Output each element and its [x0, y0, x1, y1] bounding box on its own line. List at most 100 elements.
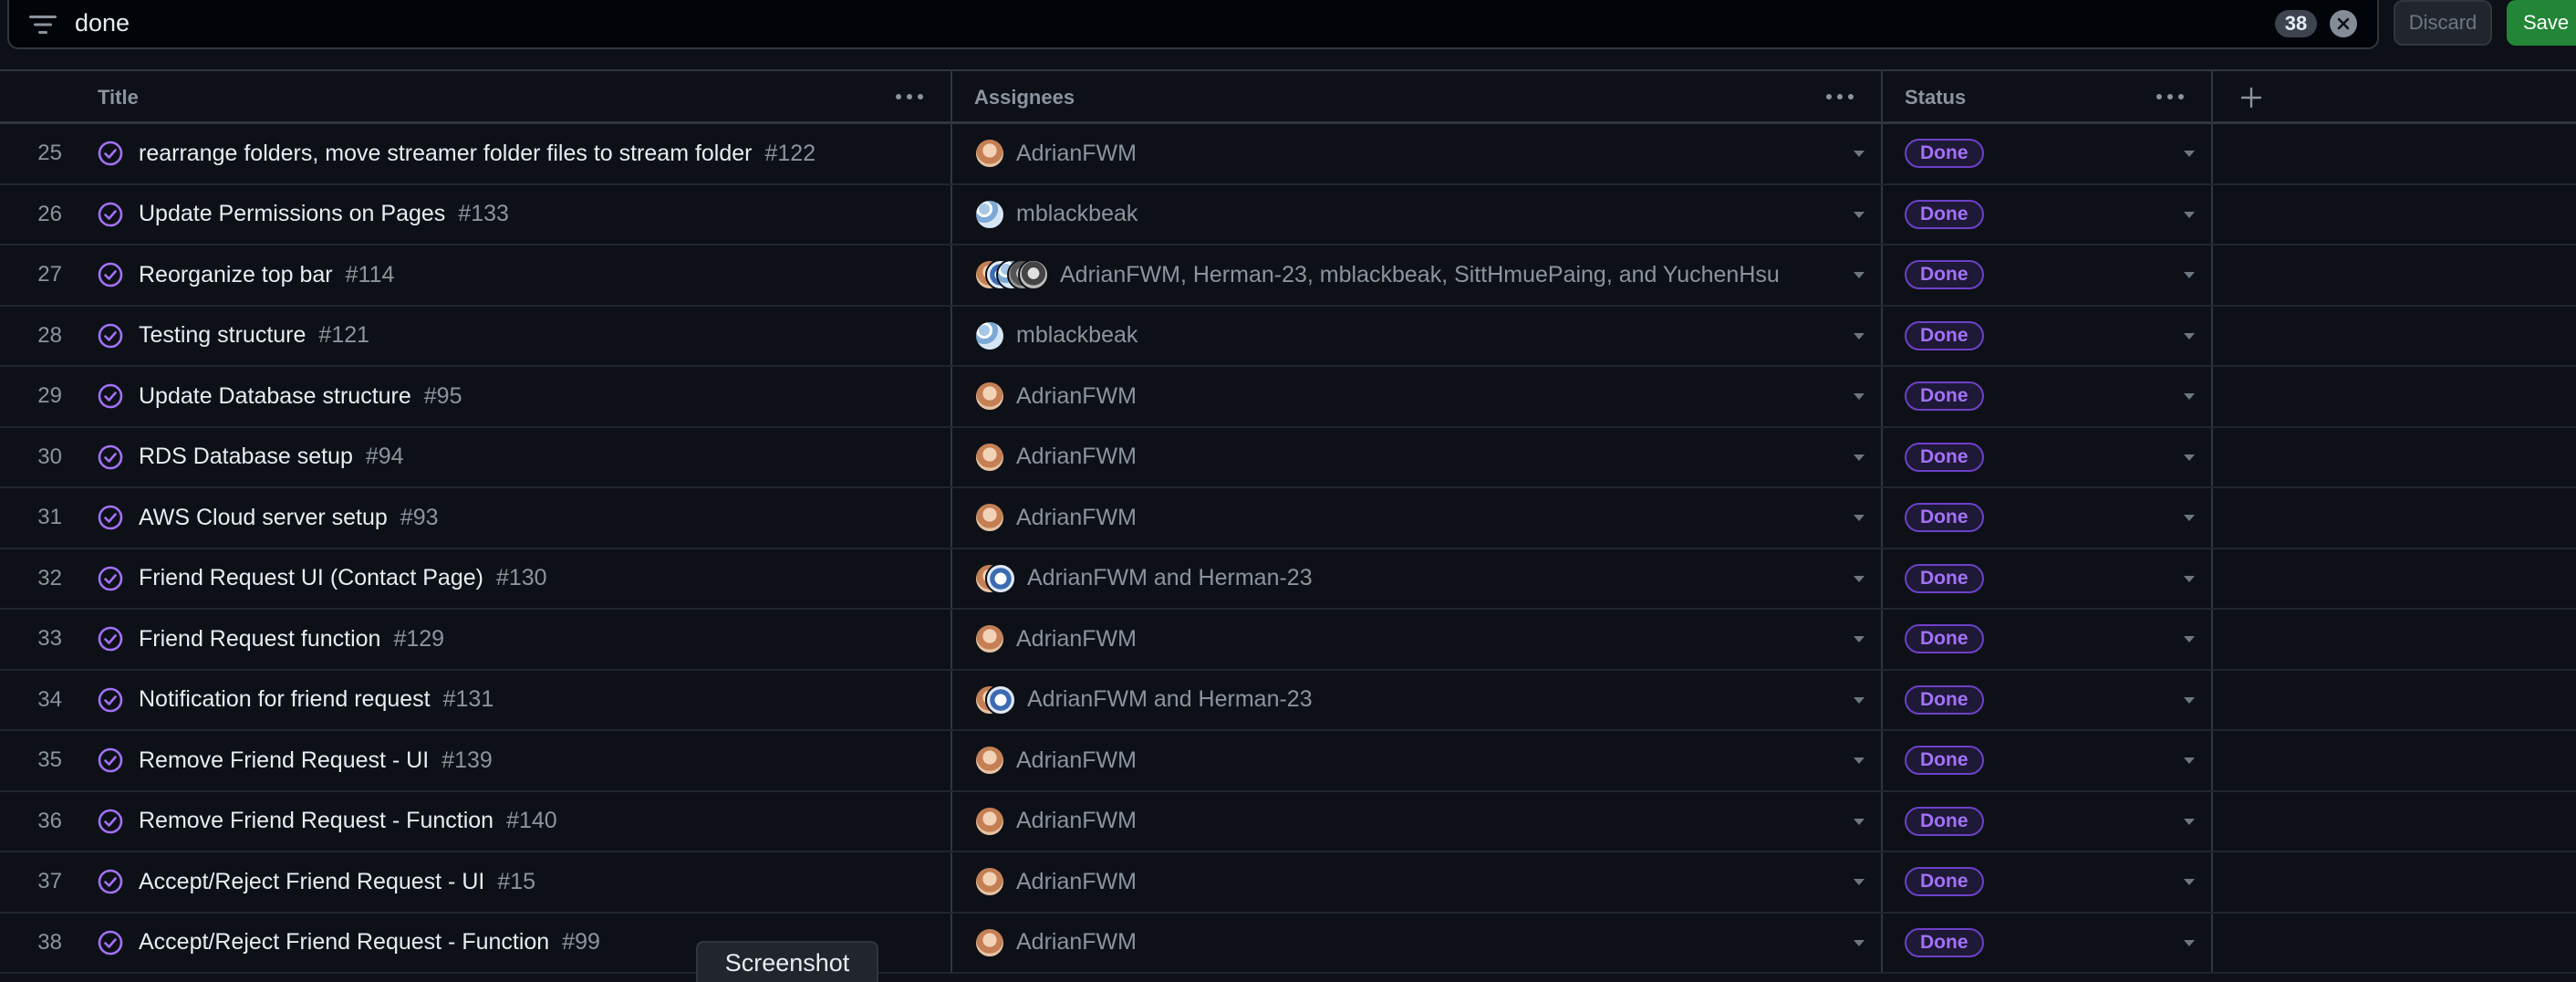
triangle-down-icon[interactable] [1854, 939, 1864, 946]
status-cell[interactable]: Done [1883, 427, 2213, 486]
triangle-down-icon[interactable] [1854, 332, 1864, 340]
issue-title-link[interactable]: Update Permissions on Pages [139, 201, 445, 227]
triangle-down-icon[interactable] [2184, 757, 2195, 765]
title-cell[interactable]: Update Database structure #95 [62, 367, 952, 426]
title-cell[interactable]: Update Permissions on Pages #133 [62, 184, 952, 244]
clear-filter-button[interactable] [2330, 10, 2357, 37]
table-row[interactable]: 34 Notification for friend request #131 … [0, 670, 2576, 731]
issue-title-link[interactable]: Notification for friend request [139, 686, 431, 713]
filter-icon[interactable] [27, 13, 58, 37]
triangle-down-icon[interactable] [2184, 151, 2195, 158]
issue-title-link[interactable]: Update Database structure [139, 383, 411, 410]
issue-title-link[interactable]: rearrange folders, move streamer folder … [139, 141, 753, 167]
table-row[interactable]: 25 rearrange folders, move streamer fold… [0, 124, 2576, 185]
assignees-cell[interactable]: AdrianFWM [952, 852, 1883, 912]
triangle-down-icon[interactable] [2184, 939, 2195, 946]
triangle-down-icon[interactable] [1854, 879, 1864, 886]
add-column-button[interactable] [2213, 71, 2290, 124]
issue-title-link[interactable]: AWS Cloud server setup [139, 505, 388, 531]
table-row[interactable]: 32 Friend Request UI (Contact Page) #130… [0, 548, 2576, 610]
filter-query[interactable]: done [75, 9, 130, 37]
status-cell[interactable]: Done [1883, 184, 2213, 244]
triangle-down-icon[interactable] [2184, 272, 2195, 279]
issue-title-link[interactable]: Reorganize top bar [139, 262, 333, 288]
issue-title-link[interactable]: Friend Request UI (Contact Page) [139, 565, 483, 591]
status-cell[interactable]: Done [1883, 610, 2213, 669]
table-row[interactable]: 33 Friend Request function #129 AdrianFW… [0, 610, 2576, 671]
title-cell[interactable]: Remove Friend Request - Function #140 [62, 791, 952, 851]
triangle-down-icon[interactable] [2184, 636, 2195, 643]
assignees-cell[interactable]: AdrianFWM, Herman-23, mblackbeak, SittHm… [952, 246, 1883, 305]
table-row[interactable]: 38 Accept/Reject Friend Request - Functi… [0, 913, 2576, 974]
assignees-cell[interactable]: mblackbeak [952, 184, 1883, 244]
assignees-cell[interactable]: AdrianFWM [952, 488, 1883, 548]
table-row[interactable]: 26 Update Permissions on Pages #133 mbla… [0, 184, 2576, 246]
triangle-down-icon[interactable] [2184, 454, 2195, 461]
status-cell[interactable]: Done [1883, 731, 2213, 790]
assignees-cell[interactable]: AdrianFWM [952, 610, 1883, 669]
assignees-cell[interactable]: AdrianFWM and Herman-23 [952, 670, 1883, 729]
triangle-down-icon[interactable] [2184, 211, 2195, 218]
assignees-cell[interactable]: AdrianFWM [952, 913, 1883, 972]
assignees-cell[interactable]: mblackbeak [952, 306, 1883, 365]
status-cell[interactable]: Done [1883, 791, 2213, 851]
triangle-down-icon[interactable] [1854, 151, 1864, 158]
assignees-cell[interactable]: AdrianFWM [952, 731, 1883, 790]
triangle-down-icon[interactable] [1854, 575, 1864, 582]
column-header-title[interactable]: Title [0, 71, 952, 124]
table-row[interactable]: 28 Testing structure #121 mblackbeak Don… [0, 306, 2576, 367]
column-header-assignees[interactable]: Assignees [952, 71, 1883, 124]
triangle-down-icon[interactable] [2184, 393, 2195, 401]
issue-title-link[interactable]: Friend Request function [139, 626, 380, 653]
filter-input[interactable]: done [7, 0, 2379, 49]
table-row[interactable]: 37 Accept/Reject Friend Request - UI #15… [0, 852, 2576, 914]
triangle-down-icon[interactable] [1854, 272, 1864, 279]
title-cell[interactable]: RDS Database setup #94 [62, 427, 952, 486]
kebab-icon[interactable] [896, 94, 923, 99]
table-row[interactable]: 31 AWS Cloud server setup #93 AdrianFWM … [0, 488, 2576, 549]
assignees-cell[interactable]: AdrianFWM [952, 427, 1883, 486]
issue-title-link[interactable]: Remove Friend Request - UI [139, 747, 429, 774]
save-button[interactable]: Save [2507, 0, 2576, 46]
issue-title-link[interactable]: Remove Friend Request - Function [139, 808, 493, 834]
triangle-down-icon[interactable] [2184, 332, 2195, 340]
assignees-cell[interactable]: AdrianFWM [952, 124, 1883, 183]
triangle-down-icon[interactable] [2184, 818, 2195, 825]
column-header-status[interactable]: Status [1883, 71, 2213, 124]
triangle-down-icon[interactable] [1854, 757, 1864, 765]
title-cell[interactable]: Notification for friend request #131 [62, 670, 952, 729]
table-row[interactable]: 36 Remove Friend Request - Function #140… [0, 791, 2576, 852]
assignees-cell[interactable]: AdrianFWM [952, 791, 1883, 851]
title-cell[interactable]: Remove Friend Request - UI #139 [62, 731, 952, 790]
issue-title-link[interactable]: Accept/Reject Friend Request - Function [139, 929, 549, 956]
triangle-down-icon[interactable] [1854, 696, 1864, 704]
assignees-cell[interactable]: AdrianFWM and Herman-23 [952, 548, 1883, 608]
title-cell[interactable]: AWS Cloud server setup #93 [62, 488, 952, 548]
status-cell[interactable]: Done [1883, 852, 2213, 912]
title-cell[interactable]: Friend Request UI (Contact Page) #130 [62, 548, 952, 608]
issue-title-link[interactable]: Accept/Reject Friend Request - UI [139, 869, 484, 895]
status-cell[interactable]: Done [1883, 124, 2213, 183]
status-cell[interactable]: Done [1883, 367, 2213, 426]
status-cell[interactable]: Done [1883, 488, 2213, 548]
triangle-down-icon[interactable] [2184, 515, 2195, 522]
triangle-down-icon[interactable] [1854, 515, 1864, 522]
status-cell[interactable]: Done [1883, 670, 2213, 729]
title-cell[interactable]: Accept/Reject Friend Request - UI #15 [62, 852, 952, 912]
triangle-down-icon[interactable] [1854, 818, 1864, 825]
title-cell[interactable]: rearrange folders, move streamer folder … [62, 124, 952, 183]
title-cell[interactable]: Testing structure #121 [62, 306, 952, 365]
table-row[interactable]: 35 Remove Friend Request - UI #139 Adria… [0, 731, 2576, 792]
table-row[interactable]: 27 Reorganize top bar #114 AdrianFWM, He… [0, 246, 2576, 307]
table-row[interactable]: 30 RDS Database setup #94 AdrianFWM Done [0, 427, 2576, 488]
triangle-down-icon[interactable] [2184, 575, 2195, 582]
status-cell[interactable]: Done [1883, 306, 2213, 365]
triangle-down-icon[interactable] [1854, 454, 1864, 461]
issue-title-link[interactable]: Testing structure [139, 322, 306, 349]
table-row[interactable]: 29 Update Database structure #95 AdrianF… [0, 367, 2576, 428]
triangle-down-icon[interactable] [2184, 879, 2195, 886]
triangle-down-icon[interactable] [1854, 211, 1864, 218]
title-cell[interactable]: Reorganize top bar #114 [62, 246, 952, 305]
title-cell[interactable]: Friend Request function #129 [62, 610, 952, 669]
status-cell[interactable]: Done [1883, 246, 2213, 305]
